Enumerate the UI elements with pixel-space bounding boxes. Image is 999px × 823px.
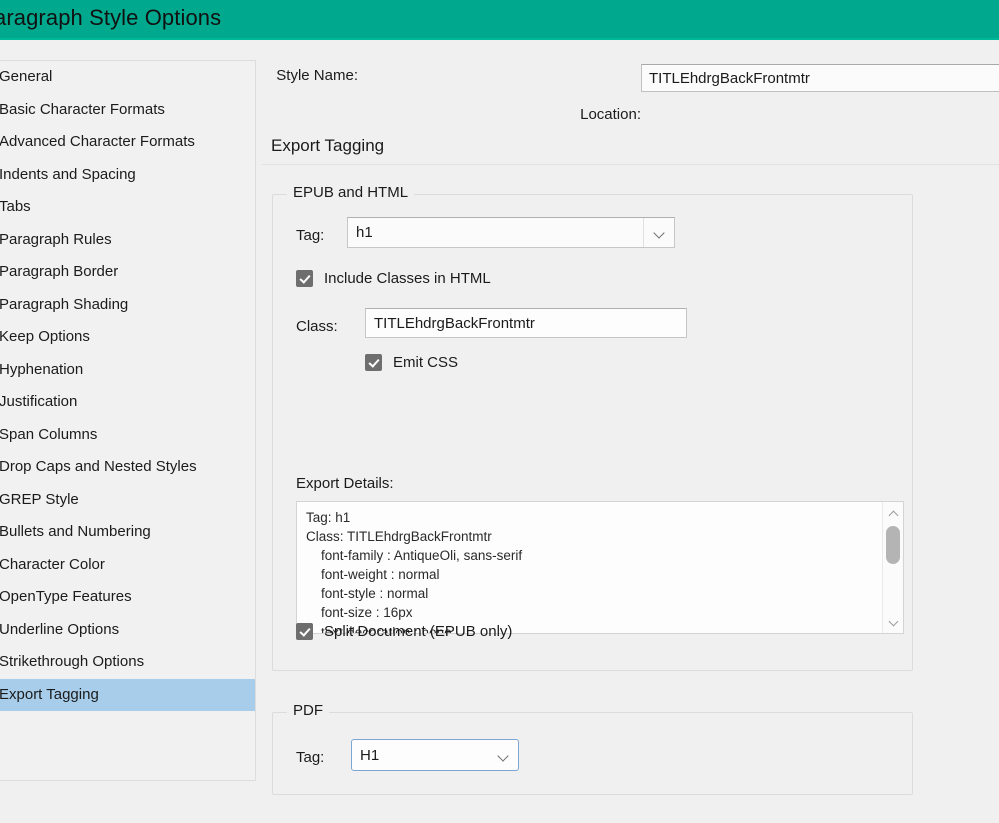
sidebar-item-label: Paragraph Border xyxy=(0,263,119,280)
sidebar-item-paragraph-border[interactable]: Paragraph Border xyxy=(0,256,255,289)
style-name-label: Style Name: xyxy=(276,67,358,84)
sidebar-item-span-columns[interactable]: Span Columns xyxy=(0,419,255,452)
sidebar-item-label: Paragraph Rules xyxy=(0,230,112,248)
sidebar-item-hyphenation[interactable]: Hyphenation xyxy=(0,354,255,387)
sidebar-item-paragraph-shading[interactable]: Paragraph Shading xyxy=(0,289,255,322)
heading-divider xyxy=(262,164,999,165)
settings-detail-pane: Style Name: Location: Export Tagging EPU… xyxy=(262,40,999,823)
sidebar-item-character-color[interactable]: Character Color xyxy=(0,549,255,582)
split-document-checkbox-row[interactable]: Split Document (EPUB only) xyxy=(296,623,512,640)
settings-category-list[interactable]: General Basic Character Formats Advanced… xyxy=(0,60,256,781)
export-details-label: Export Details: xyxy=(296,475,394,492)
sidebar-item-label: Indents and Spacing xyxy=(0,165,136,183)
pdf-group-legend: PDF xyxy=(287,702,329,719)
scroll-down-icon[interactable] xyxy=(883,613,903,631)
style-name-row: Style Name: xyxy=(262,64,999,94)
epub-tag-label: Tag: xyxy=(296,227,325,244)
scrollbar-thumb[interactable] xyxy=(886,526,900,564)
sidebar-item-opentype-features[interactable]: OpenType Features xyxy=(0,581,255,614)
sidebar-item-underline-options[interactable]: Underline Options xyxy=(0,614,255,647)
sidebar-item-label: GREP Style xyxy=(0,490,79,508)
sidebar-item-grep-style[interactable]: GREP Style xyxy=(0,484,255,517)
split-document-checkbox[interactable] xyxy=(296,623,313,640)
sidebar-item-label: Paragraph Shading xyxy=(0,295,129,313)
chevron-down-icon[interactable] xyxy=(488,740,518,770)
sidebar-item-tabs[interactable]: Tabs xyxy=(0,191,255,224)
window-title-bar: aragraph Style Options xyxy=(0,0,999,38)
export-details-scrollbar[interactable] xyxy=(882,502,903,633)
include-classes-checkbox-row[interactable]: Include Classes in HTML xyxy=(296,270,491,287)
emit-css-label: Emit CSS xyxy=(393,354,459,371)
sidebar-item-label: Strikethrough Options xyxy=(0,653,145,670)
class-input[interactable] xyxy=(365,308,687,338)
pdf-tag-value: H1 xyxy=(360,746,380,764)
location-label: Location: xyxy=(580,106,641,123)
style-name-input[interactable] xyxy=(641,64,999,92)
sidebar-item-label: Drop Caps and Nested Styles xyxy=(0,458,197,475)
emit-css-checkbox[interactable] xyxy=(365,354,382,371)
sidebar-item-paragraph-rules[interactable]: Paragraph Rules xyxy=(0,224,255,257)
sidebar-item-label: Underline Options xyxy=(0,620,120,638)
sidebar-item-label: Tabs xyxy=(0,198,31,215)
include-classes-label: Include Classes in HTML xyxy=(324,270,491,287)
sidebar-item-label: Basic Character Formats xyxy=(0,100,165,118)
class-label: Class: xyxy=(296,318,338,335)
sidebar-item-label: Character Color xyxy=(0,555,105,573)
sidebar-item-label: Advanced Character Formats xyxy=(0,133,195,150)
sidebar-item-label: Bullets and Numbering xyxy=(0,523,151,540)
window-title: aragraph Style Options xyxy=(0,5,222,30)
pdf-group: PDF Tag: H1 xyxy=(272,702,913,795)
pdf-tag-label: Tag: xyxy=(296,749,325,766)
sidebar-item-label: Export Tagging xyxy=(0,685,99,703)
pdf-tag-dropdown[interactable]: H1 xyxy=(351,739,519,771)
export-details-panel[interactable]: Tag: h1 Class: TITLEhdrgBackFrontmtr fon… xyxy=(296,501,904,634)
sidebar-item-drop-caps-and-nested-styles[interactable]: Drop Caps and Nested Styles xyxy=(0,451,255,484)
sidebar-item-label: OpenType Features xyxy=(0,588,132,605)
page-title: Export Tagging xyxy=(271,136,385,155)
sidebar-item-strikethrough-options[interactable]: Strikethrough Options xyxy=(0,646,255,679)
dialog-body: General Basic Character Formats Advanced… xyxy=(0,40,999,823)
sidebar-item-justification[interactable]: Justification xyxy=(0,386,255,419)
sidebar-item-label: Hyphenation xyxy=(0,360,84,378)
sidebar-item-label: Keep Options xyxy=(0,328,90,345)
epub-tag-value: h1 xyxy=(356,224,373,241)
sidebar-item-bullets-and-numbering[interactable]: Bullets and Numbering xyxy=(0,516,255,549)
epub-tag-dropdown[interactable]: h1 xyxy=(347,217,675,248)
chevron-down-icon[interactable] xyxy=(643,218,674,247)
sidebar-item-label: Span Columns xyxy=(0,425,98,443)
emit-css-checkbox-row[interactable]: Emit CSS xyxy=(365,354,458,371)
export-details-text: Tag: h1 Class: TITLEhdrgBackFrontmtr fon… xyxy=(306,510,523,634)
include-classes-checkbox[interactable] xyxy=(296,270,313,287)
sidebar-item-indents-and-spacing[interactable]: Indents and Spacing xyxy=(0,159,255,192)
split-document-label: Split Document (EPUB only) xyxy=(324,623,513,640)
sidebar-item-keep-options[interactable]: Keep Options xyxy=(0,321,255,354)
scroll-up-icon[interactable] xyxy=(883,504,903,522)
sidebar-item-label: General xyxy=(0,68,53,85)
sidebar-item-label: Justification xyxy=(0,393,78,410)
sidebar-item-basic-character-formats[interactable]: Basic Character Formats xyxy=(0,94,255,127)
epub-and-html-group: EPUB and HTML Tag: h1 Include Classes in… xyxy=(272,184,913,671)
epub-and-html-group-legend: EPUB and HTML xyxy=(287,184,415,201)
sidebar-item-export-tagging[interactable]: Export Tagging xyxy=(0,678,255,711)
sidebar-item-advanced-character-formats[interactable]: Advanced Character Formats xyxy=(0,126,255,159)
